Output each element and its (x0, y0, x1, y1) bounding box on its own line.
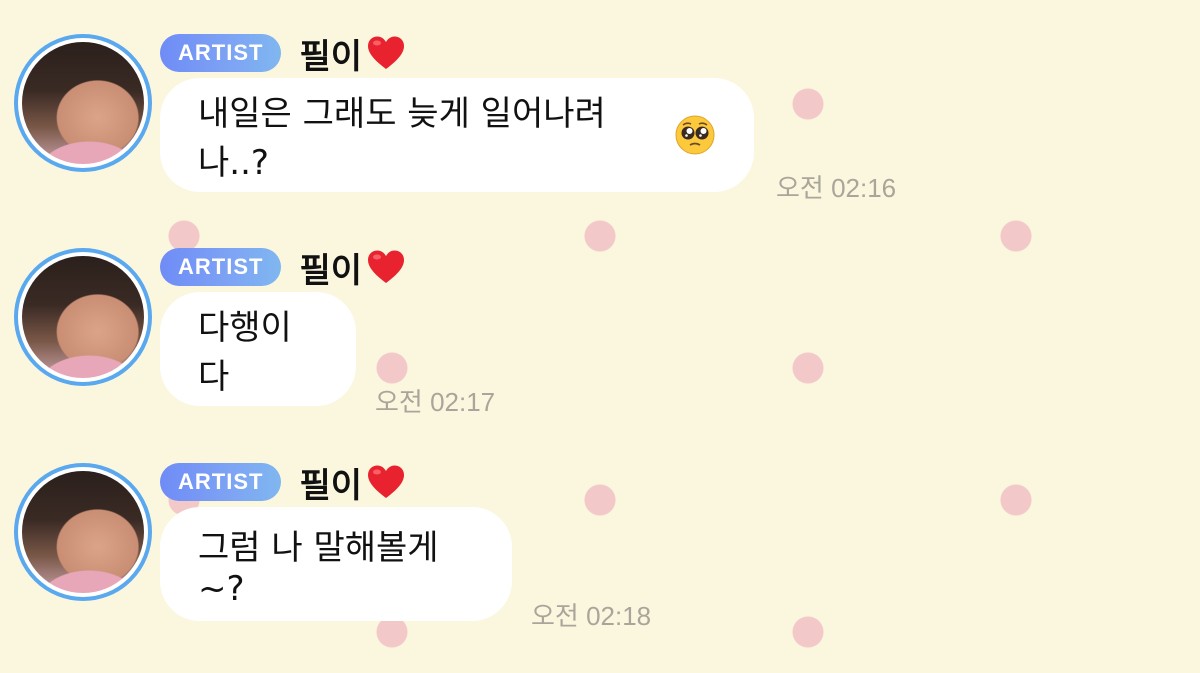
red-heart-icon (366, 249, 406, 285)
chat-message-2: ARTIST 필이 다행이다 오전 02:17 (0, 248, 1200, 458)
sender-name-text: 필이 (299, 465, 363, 506)
message-text: 다행이다 (198, 308, 292, 397)
sender-name[interactable]: 필이 (299, 458, 406, 507)
artist-avatar[interactable] (14, 34, 152, 172)
sender-name[interactable]: 필이 (299, 29, 406, 78)
red-heart-icon (366, 464, 406, 500)
message-text: 내일은 그래도 늦게 일어나려나..? (198, 94, 606, 183)
avatar-photo (22, 42, 144, 164)
pleading-face-icon (674, 114, 716, 156)
message-bubble[interactable]: 그럼 나 말해볼게~? (160, 507, 512, 621)
avatar-photo (22, 256, 144, 378)
message-timestamp: 오전 02:16 (776, 173, 897, 203)
message-bubble[interactable]: 내일은 그래도 늦게 일어나려나..? (160, 78, 754, 192)
message-header: ARTIST 필이 (160, 28, 406, 78)
artist-badge: ARTIST (160, 463, 282, 501)
message-header: ARTIST 필이 (160, 457, 406, 507)
message-timestamp: 오전 02:17 (375, 387, 496, 417)
avatar-photo (22, 471, 144, 593)
sender-name-text: 필이 (299, 250, 363, 291)
artist-badge: ARTIST (160, 34, 282, 72)
sender-name[interactable]: 필이 (299, 243, 406, 292)
message-bubble[interactable]: 다행이다 (160, 292, 356, 406)
artist-badge: ARTIST (160, 248, 282, 286)
message-text: 그럼 나 말해볼게~? (198, 527, 439, 609)
message-header: ARTIST 필이 (160, 242, 406, 292)
chat-message-3: ARTIST 필이 그럼 나 말해볼게~? 오전 02:18 (0, 463, 1200, 673)
sender-name-text: 필이 (299, 36, 363, 77)
red-heart-icon (366, 35, 406, 71)
chat-message-1: ARTIST 필이 내일은 그래도 늦게 일어나려나..? 오전 02:16 (0, 34, 1200, 244)
artist-avatar[interactable] (14, 248, 152, 386)
artist-avatar[interactable] (14, 463, 152, 601)
message-timestamp: 오전 02:18 (531, 601, 652, 631)
